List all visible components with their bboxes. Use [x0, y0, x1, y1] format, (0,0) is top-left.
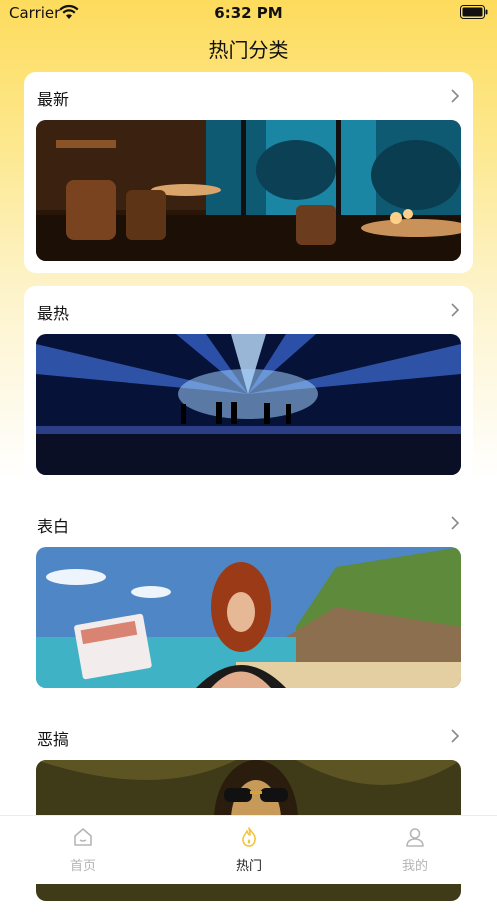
tab-bar: 首页 热门 我的	[0, 815, 497, 884]
status-bar: Carrier 6:32 PM	[0, 0, 497, 26]
tab-home[interactable]: 首页	[0, 816, 166, 884]
user-icon	[406, 828, 424, 847]
tab-home-label: 首页	[69, 859, 96, 874]
beach-woman-image[interactable]	[36, 547, 461, 688]
category-card-confession[interactable]: 表白	[24, 499, 473, 700]
tab-hot[interactable]: 热门	[166, 816, 332, 884]
chevron-right-icon[interactable]	[450, 515, 460, 531]
chevron-right-icon[interactable]	[450, 728, 460, 744]
concert-stage-image[interactable]	[36, 334, 461, 475]
clock: 6:32 PM	[214, 4, 283, 22]
page-title: 热门分类	[208, 38, 289, 62]
category-card-hottest[interactable]: 最热	[24, 286, 473, 487]
tab-profile[interactable]: 我的	[332, 816, 497, 884]
flame-icon	[242, 827, 256, 847]
category-title: 恶搞	[37, 730, 70, 749]
tab-hot-label: 热门	[235, 859, 262, 874]
chevron-right-icon[interactable]	[450, 302, 460, 318]
category-title: 最新	[37, 90, 70, 109]
category-title: 最热	[37, 304, 70, 323]
category-card-newest[interactable]: 最新	[24, 72, 473, 273]
home-icon	[74, 828, 92, 846]
restaurant-aquarium-image[interactable]	[36, 120, 461, 261]
battery-icon	[460, 5, 488, 19]
category-title: 表白	[37, 517, 70, 536]
tab-profile-label: 我的	[401, 859, 428, 874]
chevron-right-icon[interactable]	[450, 88, 460, 104]
